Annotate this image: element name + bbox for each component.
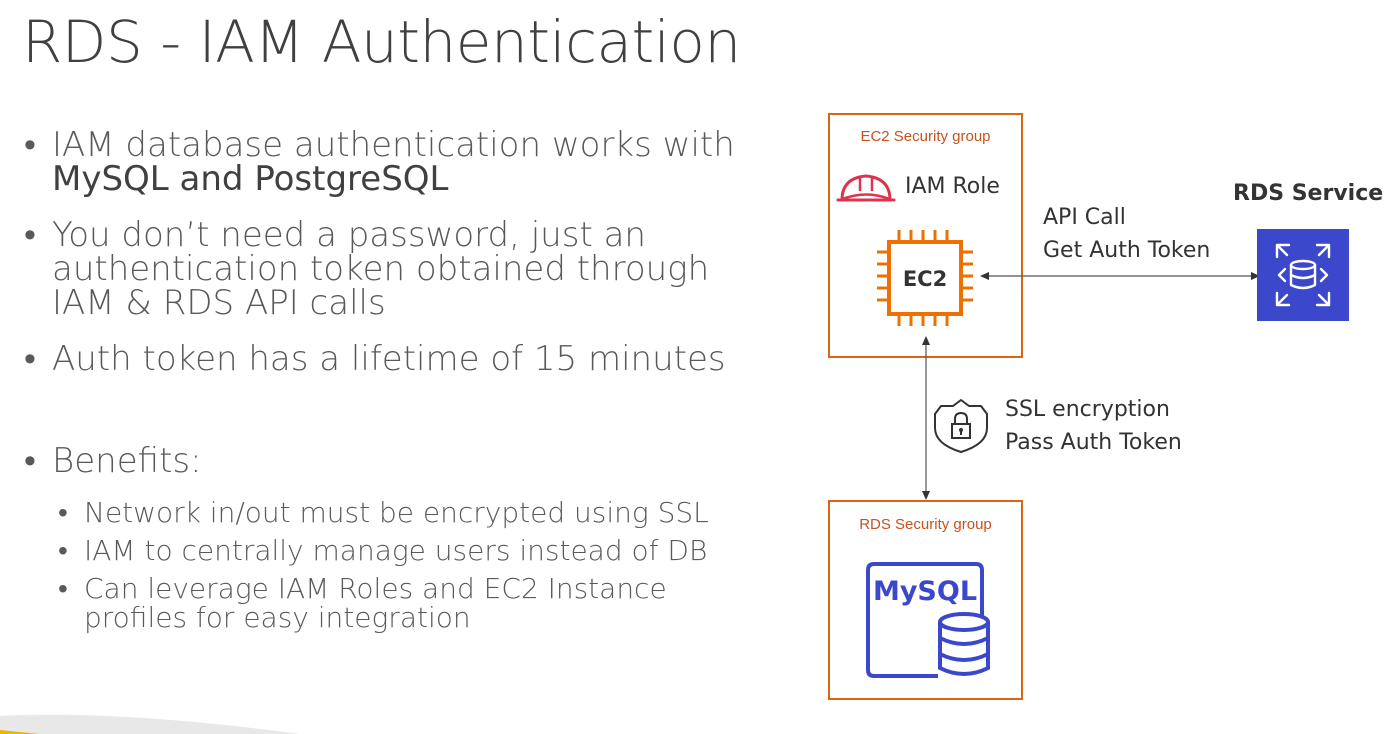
api-call-arrow xyxy=(980,272,1260,280)
benefits-list: • Network in/out must be encrypted using… xyxy=(24,498,764,632)
bullet-text: Auth token has a lifetime of 15 minutes xyxy=(52,339,726,379)
bullet-dot: • xyxy=(58,496,68,529)
ec2-label: EC2 xyxy=(903,267,947,291)
ssl-connection-arrow xyxy=(922,336,930,500)
bullet-benefits: • Benefits: xyxy=(24,444,764,478)
bullet-text-strong: MySQL and PostgreSQL xyxy=(52,159,449,199)
bullet-no-password: • You don’t need a password, just an aut… xyxy=(24,218,764,320)
bullet-dot: • xyxy=(24,339,36,379)
ssl-encryption-label: SSL encryption xyxy=(1005,397,1170,422)
mysql-label: MySQL xyxy=(873,576,977,607)
iam-role-helmet-icon xyxy=(836,174,896,202)
slide-corner-decoration xyxy=(0,714,300,734)
bullet-line: IAM & RDS API calls xyxy=(52,283,386,323)
benefit-item: • Network in/out must be encrypted using… xyxy=(24,498,764,527)
bullet-list: • IAM database authentication works with… xyxy=(24,128,764,632)
benefit-text: profiles for easy integration xyxy=(84,601,471,634)
bullet-iam-auth: • IAM database authentication works with… xyxy=(24,128,764,196)
mysql-database-icon: MySQL xyxy=(866,562,990,678)
get-auth-token-label: Get Auth Token xyxy=(1043,238,1211,263)
iam-role-label: IAM Role xyxy=(905,174,1000,199)
benefit-text: Network in/out must be encrypted using S… xyxy=(84,496,709,529)
ec2-chip-icon: EC2 xyxy=(877,230,973,326)
api-call-label: API Call xyxy=(1043,205,1126,230)
bullet-text: Benefits: xyxy=(52,441,202,481)
bullet-dot: • xyxy=(58,572,68,605)
bullet-dot: • xyxy=(58,534,68,567)
rds-service-icon xyxy=(1257,229,1349,321)
benefit-item: • Can leverage IAM Roles and EC2 Instanc… xyxy=(24,574,764,632)
bullet-text: IAM database authentication works with xyxy=(52,125,735,165)
bullet-line: authentication token obtained through xyxy=(52,249,710,289)
benefit-text: IAM to centrally manage users instead of… xyxy=(84,534,708,567)
bullet-dot: • xyxy=(24,125,36,165)
bullet-dot: • xyxy=(24,215,36,255)
ssl-shield-lock-icon xyxy=(934,399,988,453)
bullet-dot: • xyxy=(24,441,36,481)
rds-security-group-label: RDS Security group xyxy=(859,516,992,533)
benefit-text: Can leverage IAM Roles and EC2 Instance xyxy=(84,572,667,605)
benefit-item: • IAM to centrally manage users instead … xyxy=(24,536,764,565)
bullet-line: You don’t need a password, just an xyxy=(52,215,646,255)
ec2-security-group-label: EC2 Security group xyxy=(860,128,991,145)
slide-title: RDS - IAM Authentication xyxy=(22,8,741,76)
pass-auth-token-label: Pass Auth Token xyxy=(1005,430,1182,455)
rds-service-label: RDS Service xyxy=(1233,181,1384,206)
bullet-token-lifetime: • Auth token has a lifetime of 15 minute… xyxy=(24,342,764,376)
